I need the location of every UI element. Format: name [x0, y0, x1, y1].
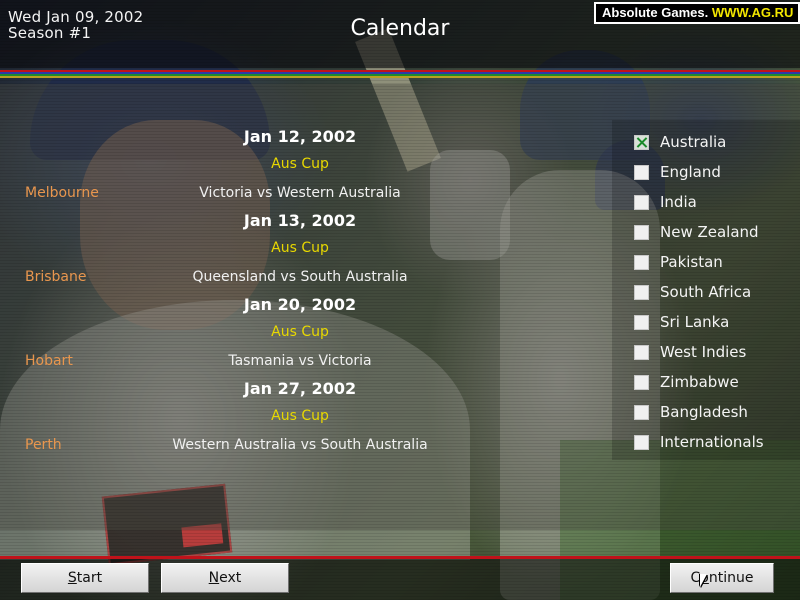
fixture-competition: Aus Cup — [271, 240, 329, 256]
fixture-competition: Aus Cup — [271, 324, 329, 340]
checkbox-icon[interactable] — [634, 255, 649, 270]
start-button[interactable]: Start — [21, 563, 149, 593]
fixture-teams: Victoria vs Western Australia — [199, 185, 401, 201]
checkbox-icon[interactable] — [634, 345, 649, 360]
checkbox-icon[interactable] — [634, 435, 649, 450]
header-stripes — [0, 70, 800, 78]
fixture-match-row[interactable]: Brisbane Queensland vs South Australia — [0, 262, 600, 292]
country-label: Zimbabwe — [660, 373, 739, 391]
mouse-pointer-icon — [700, 574, 707, 587]
checkbox-icon[interactable] — [634, 225, 649, 240]
next-button-hotkey: N — [208, 570, 220, 586]
fixture-teams: Queensland vs South Australia — [192, 269, 408, 285]
checkbox-icon[interactable] — [634, 165, 649, 180]
fixture-list: Jan 12, 2002 Aus Cup Melbourne Victoria … — [0, 124, 600, 460]
fixture-day: Jan 13, 2002 Aus Cup Brisbane Queensland… — [0, 208, 600, 292]
fixture-match-row[interactable]: Perth Western Australia vs South Austral… — [0, 430, 600, 460]
checkbox-icon[interactable] — [634, 135, 649, 150]
fixture-day: Jan 12, 2002 Aus Cup Melbourne Victoria … — [0, 124, 600, 208]
start-button-label: tart — [76, 570, 103, 586]
start-button-hotkey: S — [67, 570, 77, 586]
watermark-url: WWW.AG.RU — [711, 5, 794, 20]
continue-button[interactable]: Continue — [670, 563, 774, 593]
country-label: England — [660, 163, 721, 181]
next-button[interactable]: Next — [161, 563, 289, 593]
country-label: India — [660, 193, 697, 211]
continue-button-label: ntinue — [708, 570, 754, 586]
country-label: Pakistan — [660, 253, 723, 271]
continue-button-label-start: C — [690, 570, 701, 586]
checkbox-icon[interactable] — [634, 285, 649, 300]
country-label: Australia — [660, 133, 727, 151]
checkbox-icon[interactable] — [634, 195, 649, 210]
checkbox-icon[interactable] — [634, 315, 649, 330]
next-button-label: ext — [219, 570, 242, 586]
fixture-date: Jan 13, 2002 — [243, 211, 357, 230]
checkbox-icon[interactable] — [634, 405, 649, 420]
fixture-teams: Western Australia vs South Australia — [172, 437, 428, 453]
fixture-competition: Aus Cup — [271, 156, 329, 172]
fixture-competition: Aus Cup — [271, 408, 329, 424]
country-label: Internationals — [660, 433, 764, 451]
country-label: South Africa — [660, 283, 752, 301]
fixture-day: Jan 27, 2002 Aus Cup Perth Western Austr… — [0, 376, 600, 460]
fixture-date: Jan 12, 2002 — [243, 127, 357, 146]
fixture-match-row[interactable]: Melbourne Victoria vs Western Australia — [0, 178, 600, 208]
fixture-match-row[interactable]: Hobart Tasmania vs Victoria — [0, 346, 600, 376]
fixture-teams: Tasmania vs Victoria — [228, 353, 372, 369]
country-label: Bangladesh — [660, 403, 748, 421]
watermark-name: Absolute Games. — [602, 5, 709, 20]
country-label: West Indies — [660, 343, 747, 361]
fixture-day: Jan 20, 2002 Aus Cup Hobart Tasmania vs … — [0, 292, 600, 376]
watermark-banner: Absolute Games. WWW.AG.RU — [594, 2, 800, 24]
checkbox-icon[interactable] — [634, 375, 649, 390]
fixture-date: Jan 27, 2002 — [243, 379, 357, 398]
country-label: New Zealand — [660, 223, 759, 241]
country-label: Sri Lanka — [660, 313, 730, 331]
fixture-date: Jan 20, 2002 — [243, 295, 357, 314]
